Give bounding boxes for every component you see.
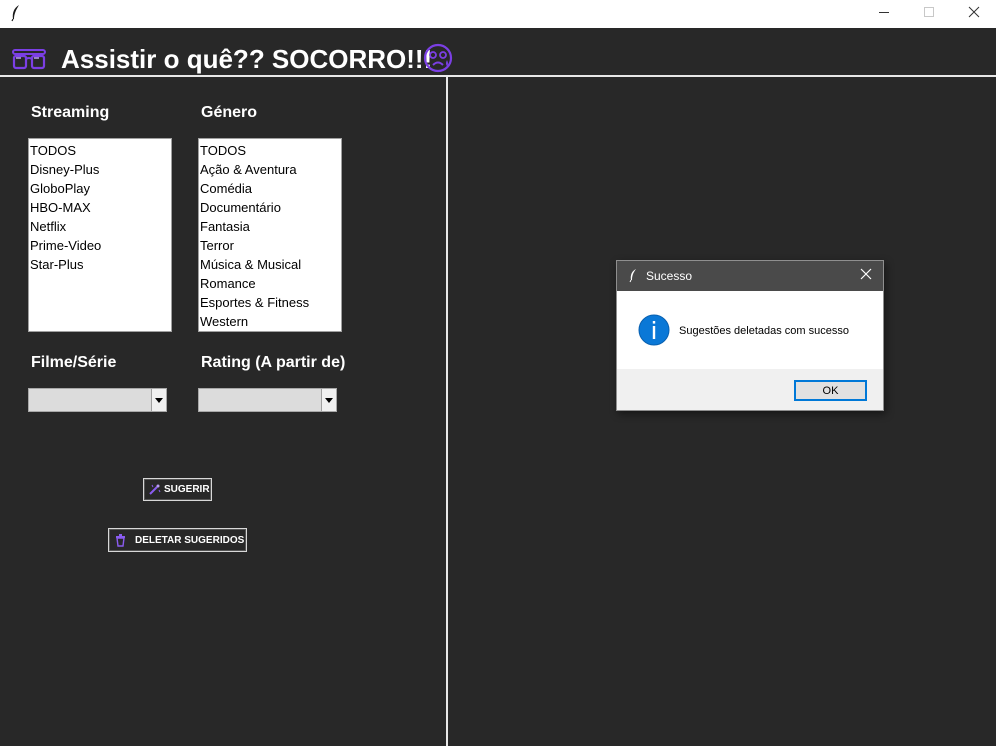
list-item[interactable]: Western xyxy=(199,312,341,331)
deletar-label: DELETAR SUGERIDOS xyxy=(135,534,245,546)
dialog-title: Sucesso xyxy=(646,269,693,283)
genero-listbox[interactable]: TODOS Ação & Aventura Comédia Documentár… xyxy=(198,138,342,332)
list-item[interactable]: Disney-Plus xyxy=(29,160,171,179)
list-item[interactable]: GloboPlay xyxy=(29,179,171,198)
sugerir-label: SUGERIR xyxy=(164,484,210,495)
dialog-titlebar: Sucesso xyxy=(617,261,883,291)
streaming-listbox[interactable]: TODOS Disney-Plus GloboPlay HBO-MAX Netf… xyxy=(28,138,172,332)
list-item[interactable]: Comédia xyxy=(199,179,341,198)
list-item[interactable]: Prime-Video xyxy=(29,236,171,255)
dialog-message: Sugestões deletadas com sucesso xyxy=(679,325,849,337)
list-item[interactable]: Esportes & Fitness xyxy=(199,293,341,312)
list-item[interactable]: Música & Musical xyxy=(199,255,341,274)
panel-divider xyxy=(446,77,448,746)
ok-button[interactable]: OK xyxy=(794,380,867,401)
list-item[interactable]: TODOS xyxy=(29,141,171,160)
info-icon xyxy=(638,314,670,351)
close-icon xyxy=(860,267,872,285)
window-titlebar xyxy=(0,0,996,28)
minimize-button[interactable] xyxy=(861,0,906,28)
streaming-label: Streaming xyxy=(31,104,110,121)
list-item[interactable]: Ação & Aventura xyxy=(199,160,341,179)
list-item[interactable]: HBO-MAX xyxy=(29,198,171,217)
list-item[interactable]: Documentário xyxy=(199,198,341,217)
glasses-icon xyxy=(11,45,47,78)
anxious-face-icon xyxy=(423,43,453,78)
feather-icon xyxy=(8,4,24,22)
filme-serie-combobox[interactable] xyxy=(28,388,167,412)
maximize-icon xyxy=(923,5,935,23)
close-icon xyxy=(968,5,980,23)
list-item[interactable]: TODOS xyxy=(199,141,341,160)
genero-label: Género xyxy=(201,104,258,121)
rating-combobox[interactable] xyxy=(198,388,337,412)
header-divider xyxy=(0,75,996,77)
trash-icon xyxy=(114,533,127,547)
chevron-down-icon[interactable] xyxy=(151,389,166,411)
deletar-sugeridos-button[interactable]: DELETAR SUGERIDOS xyxy=(108,528,247,552)
filme-serie-label: Filme/Série xyxy=(31,354,117,371)
app-title: Assistir o quê?? SOCORRO!!! xyxy=(61,44,433,74)
minimize-icon xyxy=(878,5,890,23)
list-item[interactable]: Netflix xyxy=(29,217,171,236)
dialog-close-button[interactable] xyxy=(849,261,883,291)
list-item[interactable]: Romance xyxy=(199,274,341,293)
success-dialog: Sucesso Sugestões deletadas com sucesso … xyxy=(616,260,884,411)
list-item[interactable]: Terror xyxy=(199,236,341,255)
magic-wand-icon xyxy=(148,483,161,496)
maximize-button[interactable] xyxy=(906,0,951,28)
chevron-down-icon[interactable] xyxy=(321,389,336,411)
list-item[interactable]: Star-Plus xyxy=(29,255,171,274)
feather-icon xyxy=(627,268,639,288)
dialog-footer: OK xyxy=(617,369,883,410)
sugerir-button[interactable]: SUGERIR xyxy=(143,478,212,501)
rating-label: Rating (A partir de) xyxy=(201,354,346,371)
close-button[interactable] xyxy=(951,0,996,28)
list-item[interactable]: Fantasia xyxy=(199,217,341,236)
